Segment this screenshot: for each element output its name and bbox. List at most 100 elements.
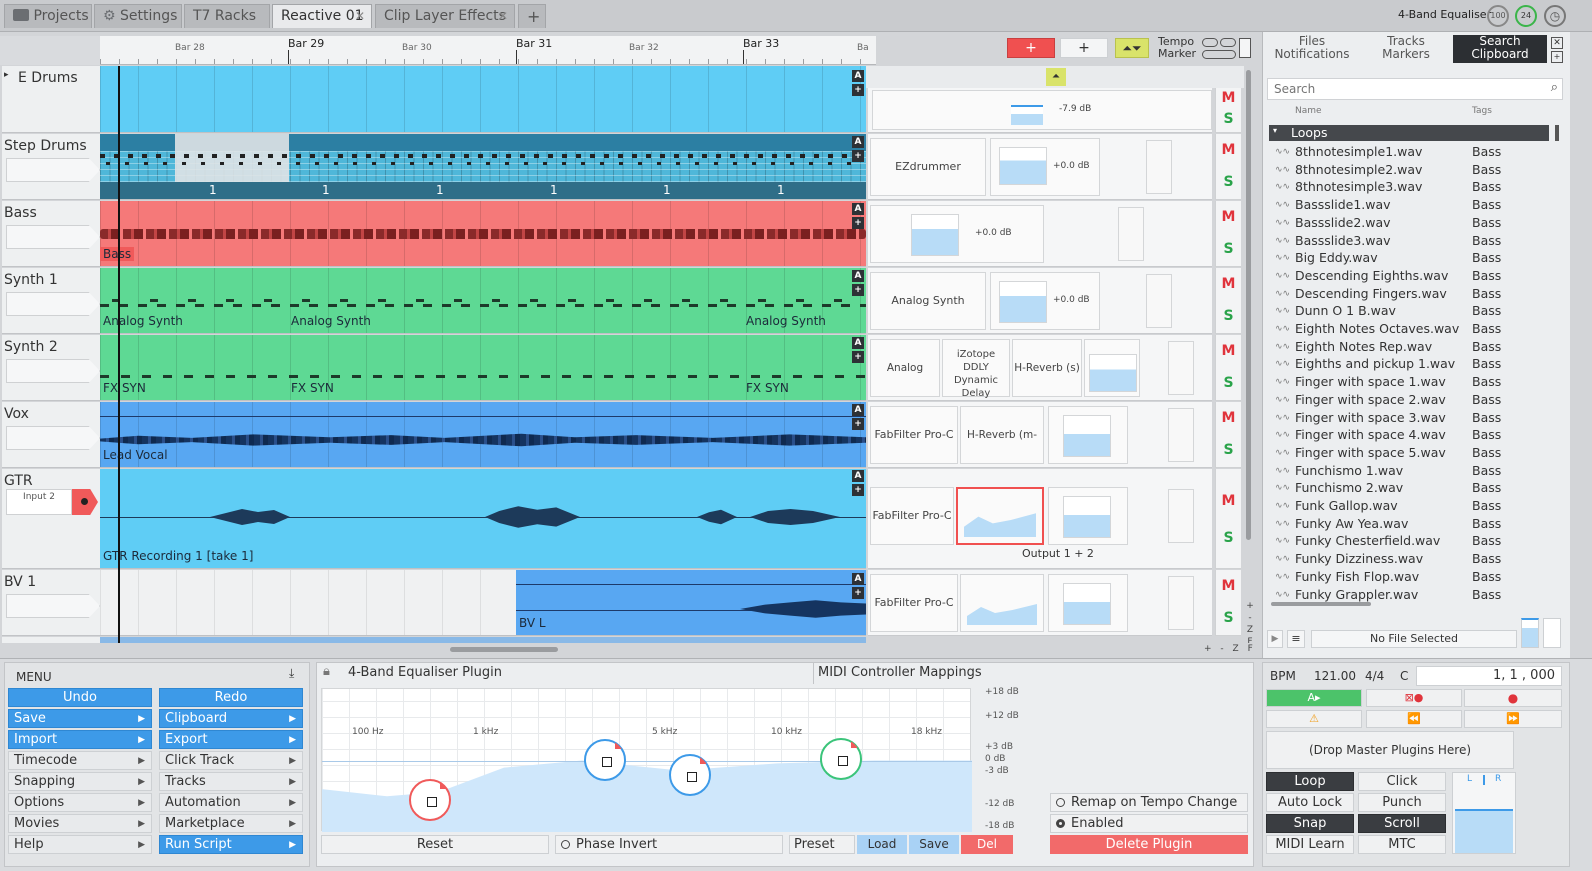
mute-button[interactable]: M bbox=[1216, 335, 1241, 368]
file-row[interactable]: ∿∿ Descending Eighths.wav Bass bbox=[1275, 267, 1555, 285]
mute-button[interactable]: M bbox=[1216, 134, 1241, 167]
midi-input-button[interactable]: A▸ bbox=[1266, 689, 1362, 707]
add-button[interactable]: + bbox=[852, 84, 864, 96]
add-button[interactable]: + bbox=[852, 587, 864, 599]
master-volume[interactable]: L R bbox=[1452, 772, 1516, 854]
delete-plugin-button[interactable]: Delete Plugin bbox=[1050, 835, 1248, 854]
file-row[interactable]: ∿∿ Funky Dizziness.wav Bass bbox=[1275, 550, 1555, 568]
automation-button[interactable]: A bbox=[852, 337, 864, 349]
reset-button[interactable]: Reset bbox=[321, 835, 549, 854]
solo-button[interactable]: S bbox=[1216, 234, 1241, 264]
mute-button[interactable]: M bbox=[1216, 268, 1241, 301]
clip-label[interactable]: BV L bbox=[516, 616, 549, 630]
menu-item[interactable]: Save ▶ bbox=[8, 709, 152, 728]
mute-button[interactable]: M bbox=[1216, 402, 1241, 435]
solo-button[interactable]: S bbox=[1216, 368, 1241, 398]
plugin-ddly[interactable]: iZotope DDLY Dynamic Delay bbox=[942, 339, 1010, 399]
save-preset-button[interactable]: Save bbox=[909, 835, 959, 854]
plugin-analog-synth[interactable]: Analog Synth bbox=[870, 272, 986, 330]
mute-button[interactable]: M bbox=[1216, 88, 1241, 108]
phase-invert-toggle[interactable]: Phase Invert bbox=[555, 835, 783, 854]
track-header-vox[interactable]: Vox bbox=[2, 402, 100, 468]
clip-label[interactable]: GTR Recording 1 [take 1] bbox=[100, 549, 256, 563]
zoom-out-button[interactable]: - bbox=[1248, 613, 1251, 623]
lane-bass[interactable]: Bass bbox=[100, 201, 866, 267]
solo-button[interactable]: S bbox=[1216, 435, 1241, 465]
plugin-ezdrummer[interactable]: EZdrummer bbox=[870, 138, 986, 196]
midi-mappings-title[interactable]: MIDI Controller Mappings bbox=[818, 665, 982, 680]
tab-settings[interactable]: ⚙ Settings bbox=[94, 4, 182, 28]
automation-icon[interactable]: ⏶⏷ bbox=[1115, 38, 1149, 58]
zoom-button[interactable]: Z bbox=[1233, 644, 1239, 654]
search-field[interactable]: ⌕ bbox=[1267, 78, 1563, 100]
input-selector[interactable] bbox=[6, 225, 100, 249]
close-icon[interactable]: ✕ bbox=[355, 5, 365, 28]
file-row[interactable]: ∿∿ 8thnotesimple1.wav Bass bbox=[1275, 143, 1555, 161]
file-row[interactable]: ∿∿ Dunn O 1 B.wav Bass bbox=[1275, 302, 1555, 320]
file-row[interactable]: ∿∿ 8thnotesimple3.wav Bass bbox=[1275, 178, 1555, 196]
column-name[interactable]: Name bbox=[1295, 106, 1322, 116]
output-label[interactable]: Output 1 + 2 bbox=[1022, 547, 1094, 560]
add-button[interactable]: + bbox=[852, 284, 864, 296]
add-button[interactable]: + bbox=[852, 150, 864, 162]
loop-button[interactable]: Loop bbox=[1266, 772, 1354, 791]
file-row[interactable]: ∿∿ Funky Fish Flop.wav Bass bbox=[1275, 568, 1555, 586]
preview-volume[interactable] bbox=[1521, 618, 1539, 648]
tab-projects[interactable]: Projects bbox=[4, 4, 92, 28]
automation-button[interactable]: A bbox=[852, 470, 864, 482]
eq-band-2-handle[interactable] bbox=[584, 739, 626, 781]
add-button[interactable]: + bbox=[852, 484, 864, 496]
track-header-step-drums[interactable]: Step Drums bbox=[2, 134, 100, 200]
clip-label[interactable]: FX SYN bbox=[100, 381, 149, 395]
file-row[interactable]: ∿∿ Bassslide1.wav Bass bbox=[1275, 196, 1555, 214]
menu-item[interactable]: Export ▶ bbox=[159, 730, 303, 749]
record-add-button[interactable]: + bbox=[1007, 38, 1055, 58]
solo-button[interactable]: S bbox=[1216, 301, 1241, 331]
panel-toggle-icon[interactable] bbox=[1239, 38, 1251, 58]
plugin-analog-synth[interactable]: Analog Synth bbox=[870, 339, 940, 430]
tab-tracks[interactable]: Tracks Markers bbox=[1361, 35, 1451, 63]
close-icon[interactable]: ✕ bbox=[1551, 37, 1563, 49]
tab-clip-layer-effects[interactable]: Clip Layer Effects ✕ bbox=[375, 4, 515, 28]
menu-item[interactable]: Marketplace ▶ bbox=[159, 814, 303, 833]
menu-item[interactable]: Movies ▶ bbox=[8, 814, 152, 833]
horizontal-scrollbar[interactable] bbox=[1271, 602, 1371, 606]
expand-icon[interactable]: ▸ bbox=[4, 70, 9, 80]
solo-button[interactable]: S bbox=[1216, 531, 1241, 545]
add-button[interactable]: + bbox=[852, 217, 864, 229]
solo-button[interactable]: S bbox=[1216, 603, 1241, 633]
menu-item[interactable]: Click Track ▶ bbox=[159, 751, 303, 770]
load-preset-button[interactable]: Load bbox=[857, 835, 907, 854]
automation-icon[interactable]: ⏶ bbox=[1046, 68, 1066, 86]
solo-button[interactable]: S bbox=[1216, 167, 1241, 197]
zoom-in-button[interactable]: + bbox=[1246, 601, 1254, 611]
folder-row[interactable]: ▾ Loops bbox=[1269, 125, 1549, 141]
plugin-h-reverb[interactable]: H-Reverb (s) bbox=[1012, 339, 1082, 397]
menu-item[interactable]: Import ▶ bbox=[8, 730, 152, 749]
toggle-icon[interactable] bbox=[1202, 50, 1236, 59]
lane-vox[interactable]: Lead Vocal bbox=[100, 402, 866, 468]
file-row[interactable]: ∿∿ Finger with space 4.wav Bass bbox=[1275, 426, 1555, 444]
eq-plugin[interactable] bbox=[960, 574, 1044, 632]
file-row[interactable]: ∿∿ Funchismo 2.wav Bass bbox=[1275, 479, 1555, 497]
file-row[interactable]: ∿∿ Funky Chesterfield.wav Bass bbox=[1275, 532, 1555, 550]
eq-band-1-handle[interactable] bbox=[409, 779, 451, 821]
tab-reactive-01[interactable]: Reactive 01 ✕ bbox=[272, 4, 372, 28]
record-button[interactable]: ● bbox=[1464, 689, 1562, 707]
track-header-synth-2[interactable]: Synth 2 bbox=[2, 335, 100, 401]
master-plugins-drop-zone[interactable]: (Drop Master Plugins Here) bbox=[1266, 731, 1514, 769]
close-icon[interactable]: ✕ bbox=[498, 5, 508, 28]
mute-button[interactable]: M bbox=[1216, 469, 1241, 533]
auto-lock-button[interactable]: Auto Lock bbox=[1266, 793, 1354, 812]
rewind-button[interactable]: ⏪ bbox=[1366, 710, 1462, 728]
track-header-e-drums[interactable]: ▸ E Drums bbox=[2, 66, 100, 133]
add-button[interactable]: + bbox=[1060, 38, 1108, 58]
file-row[interactable]: ∿∿ Funky Grappler.wav Bass bbox=[1275, 586, 1555, 604]
track-header-gtr[interactable]: GTR Input 2 bbox=[2, 469, 100, 569]
menu-item[interactable]: Help ▶ bbox=[8, 835, 152, 854]
vertical-scrollbar[interactable] bbox=[1246, 70, 1251, 540]
mute-button[interactable]: M bbox=[1216, 570, 1241, 603]
search-input[interactable] bbox=[1268, 79, 1528, 99]
menu-item[interactable]: Timecode ▶ bbox=[8, 751, 152, 770]
automation-button[interactable]: A bbox=[852, 573, 864, 585]
